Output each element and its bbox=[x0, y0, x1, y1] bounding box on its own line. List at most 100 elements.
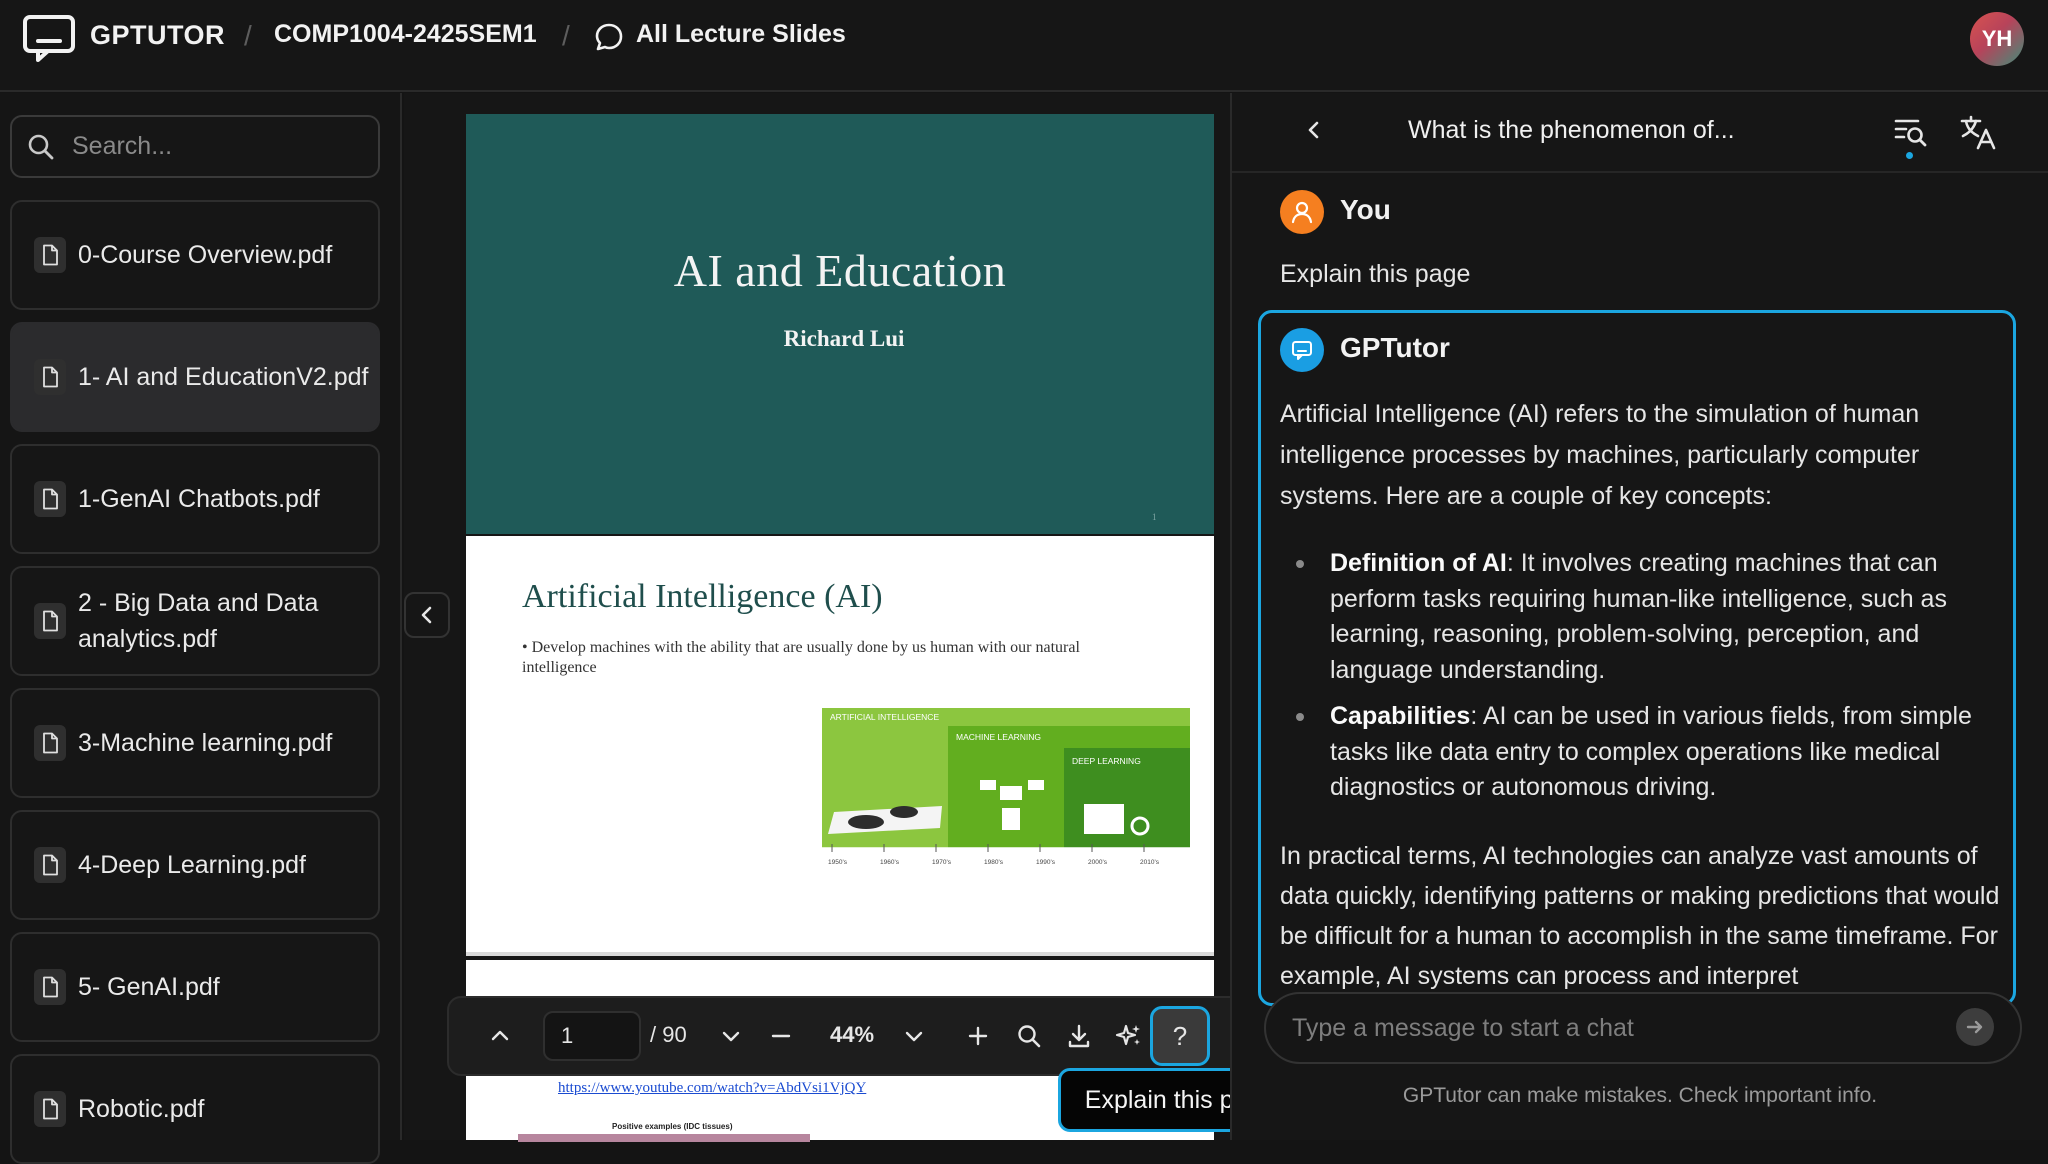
timeline-label: 1990's bbox=[1036, 859, 1056, 866]
person-icon bbox=[1291, 201, 1313, 224]
collapse-sidebar-button[interactable] bbox=[404, 592, 450, 638]
app-name[interactable]: GPTUTOR bbox=[90, 20, 225, 51]
file-item[interactable]: 4-Deep Learning.pdf bbox=[10, 810, 380, 920]
find-in-document-button[interactable] bbox=[1006, 1013, 1052, 1059]
chevron-left-icon bbox=[1308, 121, 1319, 139]
chevron-down-icon bbox=[722, 1031, 740, 1042]
file-name: Robotic.pdf bbox=[78, 1095, 205, 1123]
file-name: 5- GenAI.pdf bbox=[78, 973, 220, 1001]
file-icon bbox=[34, 847, 66, 883]
page-number-input[interactable] bbox=[543, 1011, 641, 1061]
bullet-dot bbox=[1296, 713, 1304, 721]
timeline-label: 2010's bbox=[1140, 859, 1160, 866]
download-button[interactable] bbox=[1056, 1013, 1102, 1059]
ai-assist-button[interactable] bbox=[1106, 1013, 1152, 1059]
slide-link[interactable]: https://www.youtube.com/watch?v=AbdVsi1V… bbox=[558, 1080, 866, 1097]
file-item[interactable]: 1-GenAI Chatbots.pdf bbox=[10, 444, 380, 554]
plus-icon bbox=[968, 1026, 988, 1046]
bullet-dot bbox=[1296, 560, 1304, 568]
explain-page-button[interactable]: ? bbox=[1150, 1006, 1210, 1066]
file-icon bbox=[34, 603, 66, 639]
file-name: 0-Course Overview.pdf bbox=[78, 241, 333, 269]
file-icon bbox=[34, 481, 66, 517]
bot-bullet-item: Capabilities: AI can be used in various … bbox=[1296, 699, 2006, 806]
timeline-label: 1960's bbox=[880, 859, 900, 866]
breadcrumb-separator: / bbox=[562, 20, 570, 51]
file-item[interactable]: 3-Machine learning.pdf bbox=[10, 688, 380, 798]
file-icon bbox=[34, 1091, 66, 1127]
user-name: You bbox=[1340, 194, 1391, 225]
avatar[interactable]: YH bbox=[1970, 12, 2024, 66]
slide-image bbox=[518, 1134, 810, 1142]
file-icon bbox=[34, 237, 66, 273]
timeline-label: 1970's bbox=[932, 859, 952, 866]
slide-title: AI and Education bbox=[673, 245, 1007, 296]
file-icon bbox=[34, 725, 66, 761]
file-item[interactable]: 0-Course Overview.pdf bbox=[10, 200, 380, 310]
slide-image-caption: Positive examples (IDC tissues) bbox=[612, 1122, 733, 1131]
slide-page-1 bbox=[466, 114, 1214, 534]
chevron-down-icon bbox=[905, 1031, 923, 1042]
send-button[interactable] bbox=[1956, 1008, 1994, 1046]
file-item[interactable]: 1- AI and EducationV2.pdf bbox=[10, 322, 380, 432]
chat-window-logo-icon[interactable] bbox=[22, 14, 76, 62]
file-icon bbox=[34, 969, 66, 1005]
question-icon: ? bbox=[1172, 1020, 1188, 1051]
bullet-term: Capabilities bbox=[1330, 702, 1471, 730]
next-page-button[interactable] bbox=[708, 1013, 754, 1059]
minus-icon bbox=[771, 1034, 791, 1038]
slide-bullet-text: Develop machines with the ability that a… bbox=[522, 639, 1080, 676]
translate-icon[interactable] bbox=[1958, 112, 1998, 152]
ai-ml-dl-diagram: ARTIFICIAL INTELLIGENCE MACHINE LEARNING… bbox=[822, 708, 1190, 866]
file-name: 3-Machine learning.pdf bbox=[78, 729, 333, 757]
bot-message-intro: Artificial Intelligence (AI) refers to t… bbox=[1280, 400, 1920, 510]
chevron-up-icon bbox=[491, 1030, 509, 1041]
zoom-level[interactable]: 44% bbox=[830, 1022, 874, 1048]
slide-page-number: 1 bbox=[1152, 512, 1157, 522]
zoom-in-button[interactable] bbox=[955, 1013, 1001, 1059]
diagram-label-ml: MACHINE LEARNING bbox=[956, 732, 1041, 742]
arrow-right-icon bbox=[1966, 1020, 1983, 1034]
file-name: 1- AI and EducationV2.pdf bbox=[78, 363, 369, 391]
bot-bullet-item: Definition of AI: It involves creating m… bbox=[1296, 546, 2006, 688]
chat-back-button[interactable] bbox=[1296, 112, 1332, 148]
user-avatar bbox=[1280, 190, 1324, 234]
slide-bullet: • Develop machines with the ability that… bbox=[522, 639, 1080, 676]
history-search-icon[interactable] bbox=[1890, 112, 1930, 152]
chevron-left-icon bbox=[421, 606, 432, 624]
notification-dot bbox=[1906, 152, 1913, 159]
slide-author: Richard Lui bbox=[783, 326, 905, 351]
search-input[interactable] bbox=[70, 125, 360, 167]
user-message: Explain this page bbox=[1280, 260, 1471, 288]
file-name: 4-Deep Learning.pdf bbox=[78, 851, 306, 879]
file-item[interactable]: Robotic.pdf bbox=[10, 1054, 380, 1164]
diagram-label-ai: ARTIFICIAL INTELLIGENCE bbox=[830, 712, 939, 722]
file-item[interactable]: 5- GenAI.pdf bbox=[10, 932, 380, 1042]
timeline-label: 1950's bbox=[828, 859, 848, 866]
search-icon bbox=[28, 134, 54, 160]
timeline-label: 1980's bbox=[984, 859, 1004, 866]
zoom-menu-button[interactable] bbox=[891, 1013, 937, 1059]
disclaimer-text: GPTutor can make mistakes. Check importa… bbox=[1402, 1084, 1878, 1107]
download-icon bbox=[1068, 1024, 1090, 1048]
chat-bubble-icon bbox=[595, 23, 623, 51]
slide-heading: Artificial Intelligence (AI) bbox=[522, 578, 883, 615]
chat-title: What is the phenomenon of... bbox=[1408, 116, 1735, 144]
breadcrumb-separator: / bbox=[244, 20, 252, 51]
breadcrumb-section[interactable]: All Lecture Slides bbox=[636, 20, 846, 49]
bot-name: GPTutor bbox=[1340, 332, 1450, 363]
diagram-label-dl: DEEP LEARNING bbox=[1072, 756, 1141, 766]
file-name: 1-GenAI Chatbots.pdf bbox=[78, 485, 320, 513]
zoom-search-icon bbox=[1018, 1025, 1041, 1048]
file-name: 2 - Big Data and Data analytics.pdf bbox=[78, 589, 319, 653]
timeline-label: 2000's bbox=[1088, 859, 1108, 866]
file-item[interactable]: 2 - Big Data and Data analytics.pdf bbox=[10, 566, 380, 676]
page-total: / 90 bbox=[650, 1022, 687, 1047]
chat-message-input[interactable] bbox=[1290, 1008, 1930, 1048]
bullet-term: Definition of AI bbox=[1330, 549, 1507, 577]
bot-chat-icon bbox=[1292, 341, 1312, 360]
breadcrumb-course[interactable]: COMP1004-2425SEM1 bbox=[274, 20, 537, 49]
previous-page-button[interactable] bbox=[477, 1013, 523, 1059]
bot-avatar bbox=[1280, 328, 1324, 372]
zoom-out-button[interactable] bbox=[758, 1013, 804, 1059]
